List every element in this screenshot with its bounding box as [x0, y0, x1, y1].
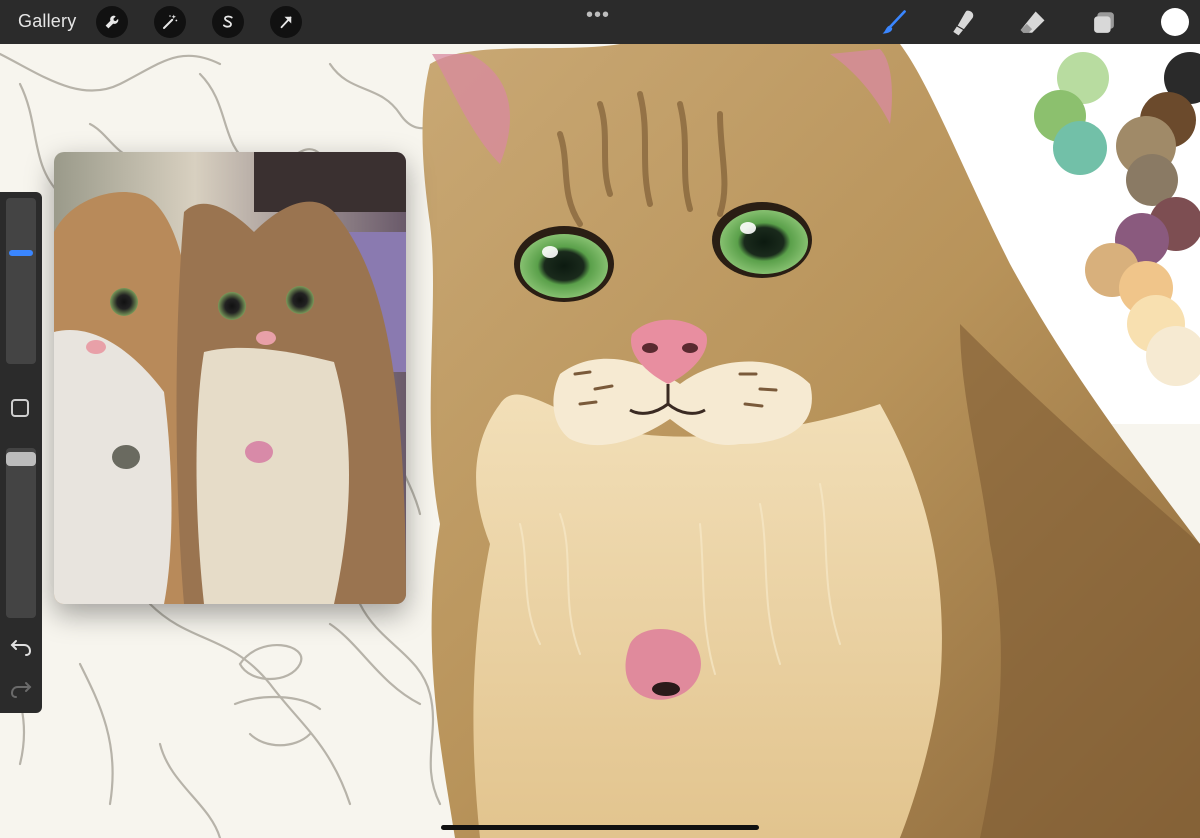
gallery-button[interactable]: Gallery: [18, 11, 76, 32]
palette-swatch[interactable]: [1053, 121, 1107, 175]
actions-button[interactable]: [96, 6, 128, 38]
adjustments-button[interactable]: [154, 6, 186, 38]
home-indicator[interactable]: [441, 825, 759, 830]
more-options-handle[interactable]: •••: [586, 4, 610, 27]
eraser-tool-button[interactable]: [1016, 6, 1050, 40]
eraser-icon: [1020, 11, 1045, 33]
color-picker-button[interactable]: [1161, 8, 1189, 36]
modify-button[interactable]: [11, 399, 29, 417]
smudge-icon: [953, 10, 974, 36]
wrench-icon: [105, 15, 119, 29]
opacity-slider[interactable]: [6, 448, 36, 618]
transform-button[interactable]: [270, 6, 302, 38]
selection-s-icon: [222, 15, 233, 28]
smudge-tool-button[interactable]: [946, 6, 980, 40]
reference-photo: [54, 152, 406, 604]
layers-button[interactable]: [1087, 6, 1121, 40]
reference-photo-window[interactable]: [54, 152, 406, 604]
opacity-handle[interactable]: [6, 452, 36, 466]
magic-wand-icon: [163, 14, 178, 29]
brush-sidebar: [0, 192, 42, 713]
layers-icon: [1094, 12, 1114, 33]
selection-button[interactable]: [212, 6, 244, 38]
brush-size-slider[interactable]: [6, 198, 36, 364]
redo-icon[interactable]: [10, 678, 32, 698]
top-toolbar: Gallery •••: [0, 0, 1200, 44]
brush-icon: [882, 10, 906, 34]
undo-icon[interactable]: [10, 636, 32, 656]
brush-size-handle[interactable]: [9, 250, 33, 256]
arrow-transform-icon: [280, 16, 292, 29]
paint-tool-button[interactable]: [877, 6, 911, 40]
